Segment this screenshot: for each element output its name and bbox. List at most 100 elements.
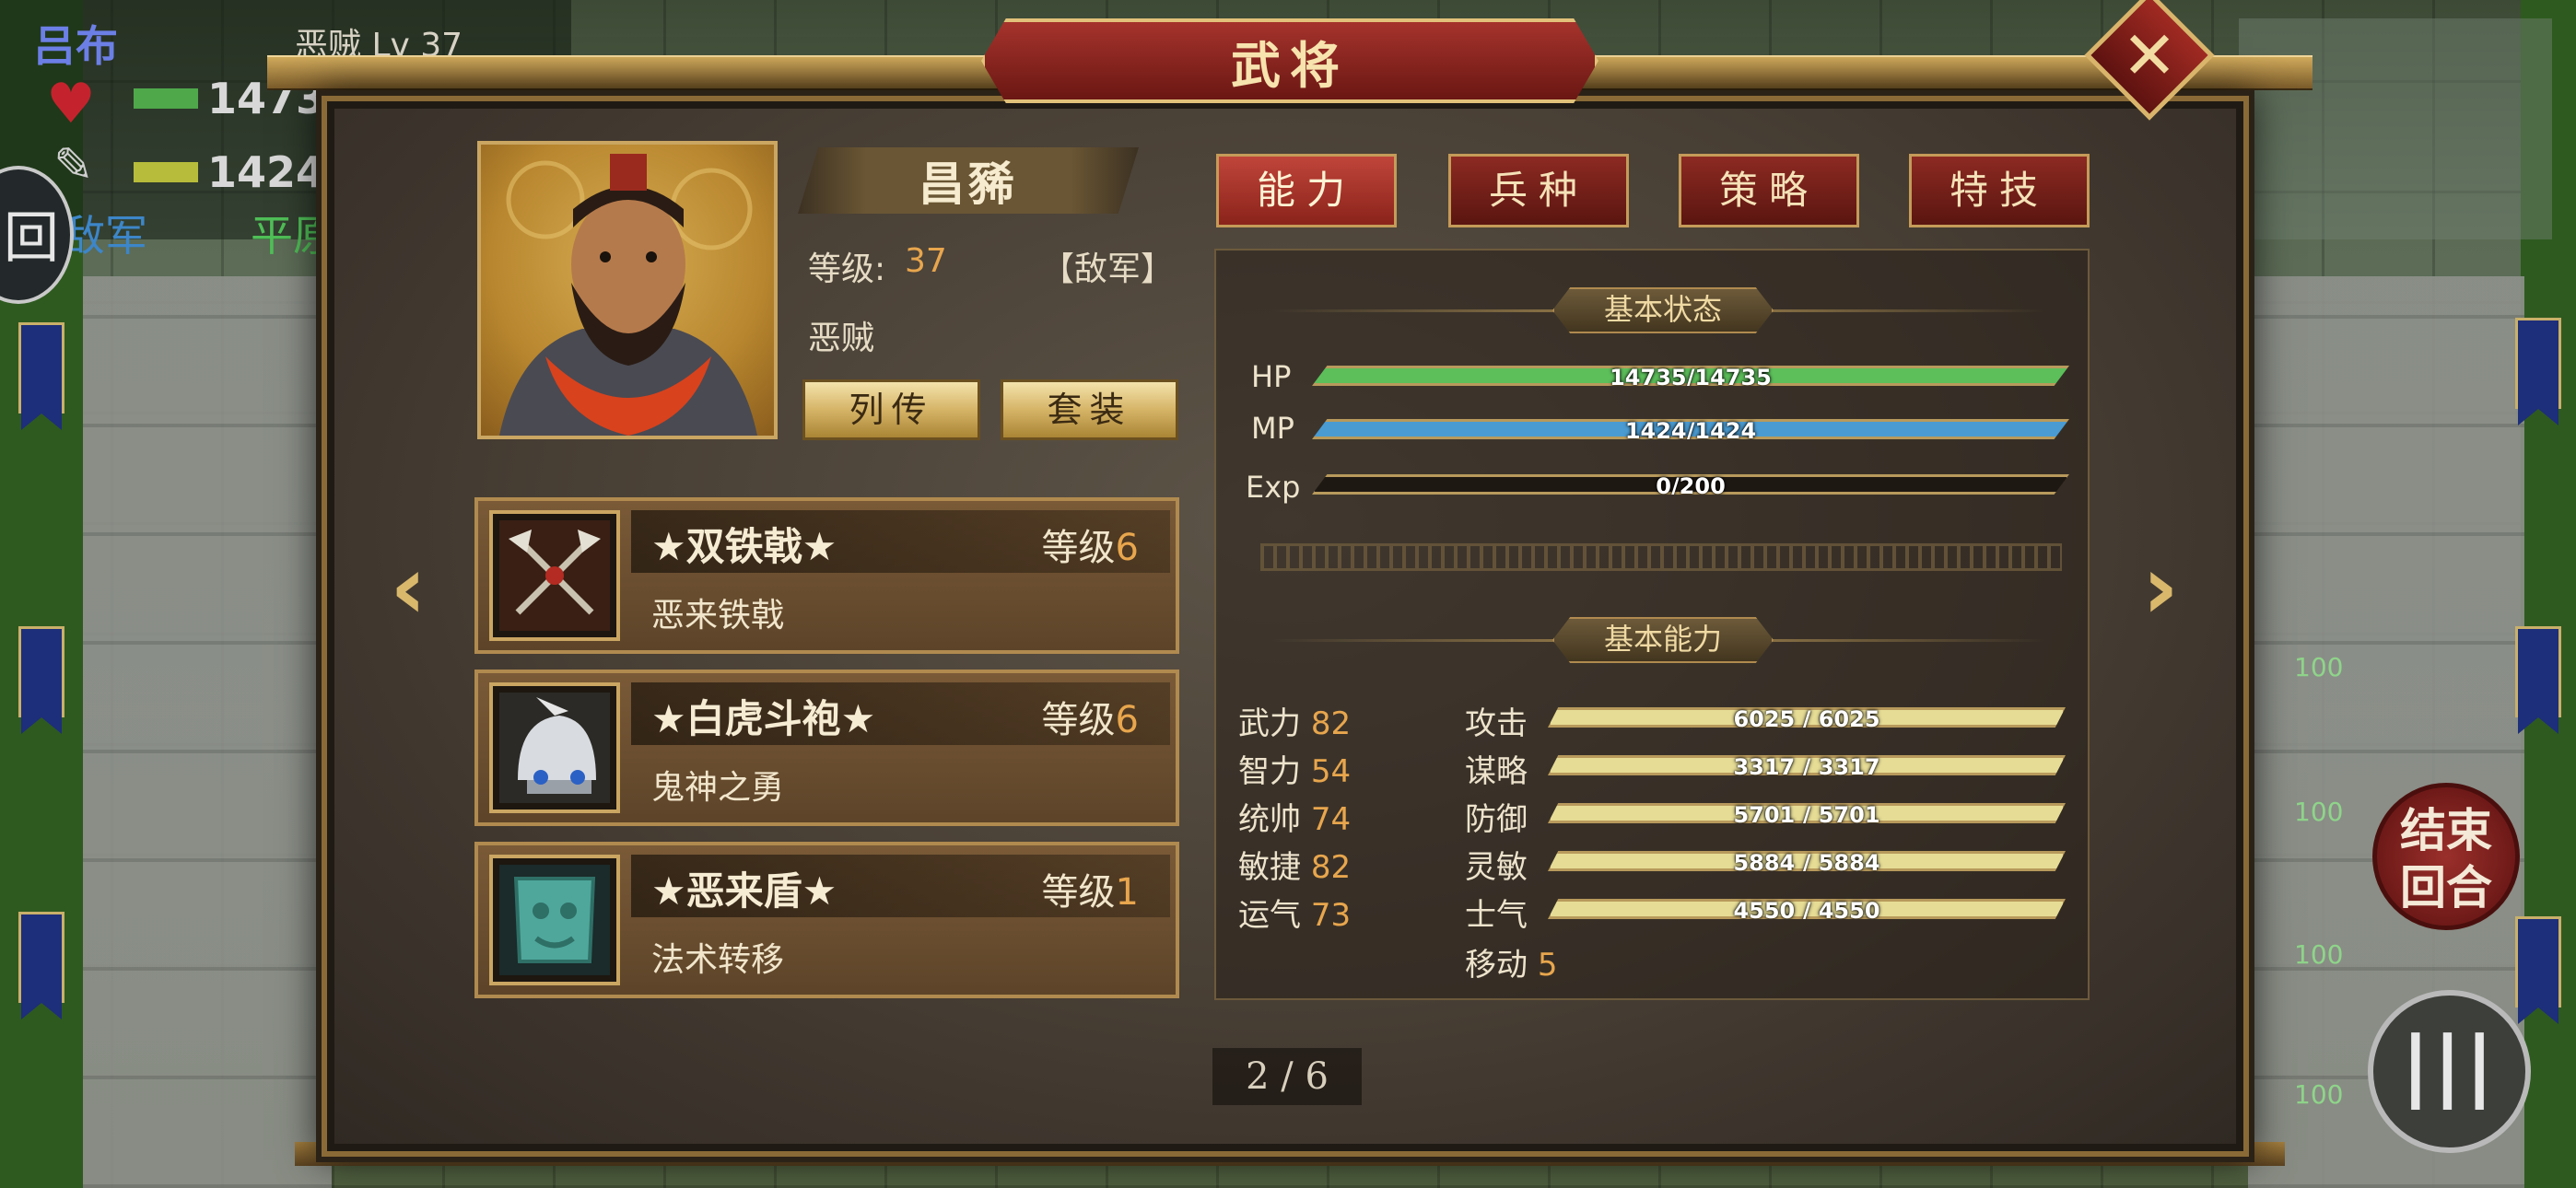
equipment-name: ★恶来盾★: [651, 868, 837, 914]
exp-bar: 0/200: [1312, 474, 2069, 495]
attr-value: 82: [1310, 705, 1352, 742]
move-label: 移动: [1465, 947, 1528, 984]
heart-icon: ♥: [46, 72, 96, 136]
level-label: 等级:: [808, 250, 886, 288]
blue-flag-icon: [2515, 318, 2561, 425]
attr-label: 运气: [1238, 897, 1301, 934]
hp-label: HP: [1251, 359, 1292, 394]
general-name-plate: 昌豨: [798, 147, 1139, 214]
faction-label: 【敌军】: [1041, 250, 1175, 288]
attr-label: 统帅: [1238, 801, 1301, 838]
greek-key-ornament: [1260, 543, 2062, 571]
equipment-desc: 法术转移: [651, 941, 785, 979]
attr-label: 敏捷: [1238, 849, 1301, 886]
attr-agility: 敏捷 82: [1238, 842, 1351, 887]
scroll-icon: 回: [4, 206, 59, 271]
menu-button[interactable]: |||: [2368, 990, 2531, 1153]
equipment-level-label: 等级: [1041, 527, 1116, 569]
hud-unit-name: 吕布: [33, 21, 118, 71]
tile-value: 100: [2294, 652, 2344, 682]
basic-ability-header: 基本能力: [1552, 617, 1774, 663]
general-title: 恶贼: [808, 320, 875, 357]
feather-icon: ✎: [53, 138, 94, 193]
attr-label: 智力: [1238, 753, 1301, 790]
jade-shield-icon: [489, 855, 620, 985]
equipment-desc: 鬼神之勇: [651, 769, 785, 807]
blue-flag-icon: [2515, 916, 2561, 1024]
hud-hp-bar: [134, 88, 198, 109]
attack-bar: 6025 / 6025: [1548, 707, 2066, 728]
biography-button[interactable]: 列传: [802, 379, 980, 440]
general-name: 昌豨: [919, 157, 1018, 211]
end-turn-label-2: 回合: [2400, 861, 2492, 914]
hud-mp-bar: [134, 162, 198, 182]
stat-defense-label: 防御: [1465, 801, 1528, 838]
minimap[interactable]: [2239, 18, 2552, 239]
attr-value: 54: [1310, 753, 1352, 790]
hp-bar: 14735/14735: [1312, 366, 2069, 386]
equipment-set-button[interactable]: 套装: [1001, 379, 1178, 440]
level-value: 37: [905, 242, 947, 280]
mp-label: MP: [1251, 411, 1294, 446]
exp-label: Exp: [1246, 470, 1301, 505]
attr-luck: 运气 73: [1238, 890, 1351, 935]
move-value: 5: [1537, 947, 1558, 984]
equipment-name: ★双铁戟★: [651, 524, 837, 569]
equipment-level: 等级6: [1042, 690, 1139, 743]
mp-bar: 1424/1424: [1312, 419, 2069, 439]
attr-force: 武力 82: [1238, 698, 1351, 743]
hud-terrain-label: 平原: [251, 211, 335, 261]
attr-value: 74: [1310, 801, 1352, 838]
hud-side-label: 敌军: [63, 211, 147, 261]
stone-road-left: [83, 276, 332, 1188]
stat-move: 移动 5: [1465, 939, 1557, 984]
warrior-portrait-icon: [499, 154, 757, 436]
equipment-level-value: 6: [1115, 699, 1139, 741]
attr-label: 武力: [1238, 705, 1301, 742]
strategy-bar: 3317 / 3317: [1548, 755, 2066, 775]
tab-troop-type[interactable]: 兵种: [1448, 154, 1629, 227]
defense-bar: 5701 / 5701: [1548, 803, 2066, 823]
tab-special-skill[interactable]: 特技: [1909, 154, 2090, 227]
dialog-title: 武将: [1231, 36, 1349, 95]
next-general-arrow-icon[interactable]: ›: [2128, 542, 2193, 634]
close-x-icon[interactable]: ✕: [2103, 9, 2195, 101]
stat-attack-label: 攻击: [1465, 705, 1528, 742]
tile-value: 100: [2294, 1079, 2344, 1110]
attr-value: 73: [1310, 897, 1352, 934]
menu-bars-icon: |||: [2401, 1019, 2498, 1110]
equipment-level: 等级6: [1042, 518, 1139, 571]
attr-value: 82: [1310, 849, 1352, 886]
agility-bar: 5884 / 5884: [1548, 851, 2066, 871]
equipment-level-label: 等级: [1041, 871, 1116, 914]
stat-agility-label: 灵敏: [1465, 849, 1528, 886]
page-indicator: 2 / 6: [1212, 1048, 1362, 1105]
equipment-name: ★白虎斗袍★: [651, 696, 876, 741]
equipment-level-value: 1: [1115, 871, 1139, 914]
basic-status-header: 基本状态: [1552, 287, 1774, 333]
equipment-slot-shield[interactable]: ★恶来盾★ 等级1 法术转移: [474, 842, 1179, 998]
dialog-title-plate: 武将: [981, 18, 1598, 103]
morale-bar: 4550 / 4550: [1548, 899, 2066, 919]
stat-morale-label: 士气: [1465, 897, 1528, 934]
blue-flag-icon: [18, 626, 64, 734]
blue-flag-icon: [2515, 626, 2561, 734]
white-tiger-helmet-icon: [489, 682, 620, 813]
tile-value: 100: [2294, 797, 2344, 827]
twin-halberd-icon: [489, 510, 620, 641]
end-turn-button[interactable]: 结束 回合: [2372, 783, 2520, 930]
equipment-level-value: 6: [1115, 527, 1139, 569]
tab-strategy[interactable]: 策略: [1679, 154, 1859, 227]
tile-value: 100: [2294, 939, 2344, 970]
stat-strategy-label: 谋略: [1465, 753, 1528, 790]
equipment-desc: 恶来铁戟: [651, 597, 785, 635]
equipment-slot-armor[interactable]: ★白虎斗袍★ 等级6 鬼神之勇: [474, 670, 1179, 826]
general-portrait: [477, 141, 778, 439]
tab-ability[interactable]: 能力: [1216, 154, 1397, 227]
hud-mp-value: 1424: [207, 147, 326, 197]
equipment-level-label: 等级: [1041, 699, 1116, 741]
prev-general-arrow-icon[interactable]: ‹: [376, 542, 440, 634]
end-turn-label-1: 结束: [2400, 804, 2492, 857]
blue-flag-icon: [18, 322, 64, 430]
equipment-slot-weapon[interactable]: ★双铁戟★ 等级6 恶来铁戟: [474, 497, 1179, 654]
